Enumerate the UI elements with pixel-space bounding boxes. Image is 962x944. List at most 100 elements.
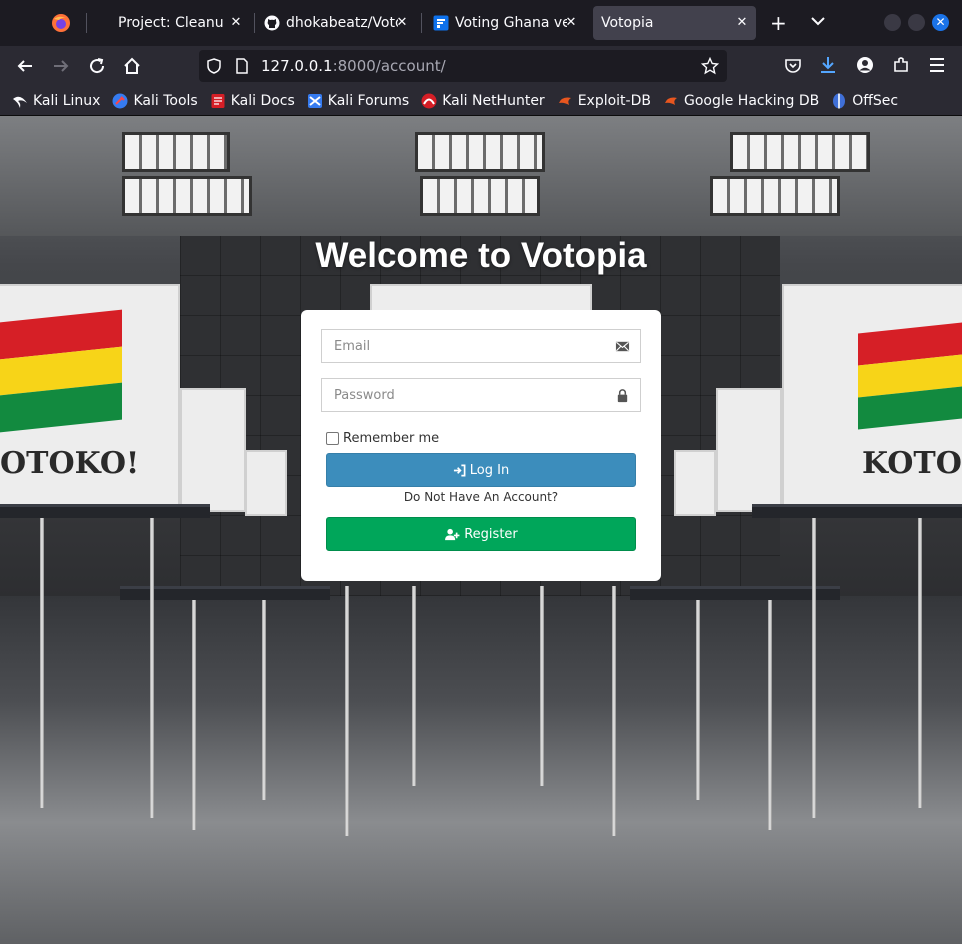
email-field[interactable] [322,330,640,362]
bookmark-label: Exploit-DB [577,92,651,109]
ceiling-light [122,176,252,216]
forward-arrow-icon[interactable] [49,54,73,78]
firefox-icon[interactable] [51,13,71,33]
ceiling-light [122,132,230,172]
table-leg [540,586,544,786]
nethunter-icon [421,93,437,108]
url-host: 127.0.0.1 [261,57,333,75]
bookmark-offsec[interactable]: OffSec [831,93,898,109]
menu-icon[interactable] [928,57,946,73]
minimize-button[interactable] [884,14,901,31]
bookmark-label: Kali Docs [230,92,295,109]
navigation-toolbar: 127.0.0.1:8000/account/ [0,46,962,86]
exploit-db-icon [558,97,571,105]
home-icon[interactable] [120,54,144,78]
bookmark-kali-linux[interactable]: Kali Linux [12,93,100,109]
register-button[interactable]: Register [326,517,636,551]
user-plus-icon [445,528,460,540]
bookmark-kali-nethunter[interactable]: Kali NetHunter [421,92,545,109]
table-leg [262,600,266,800]
address-bar[interactable]: 127.0.0.1:8000/account/ [199,50,727,82]
voting-booth [180,388,246,512]
tab-title: Votopia [601,15,654,31]
table-leg [345,586,349,836]
tab-close-icon[interactable]: ✕ [394,15,410,31]
password-field-wrapper [321,378,641,412]
bookmark-kali-docs[interactable]: Kali Docs [210,93,295,109]
table-leg [918,518,922,808]
remember-me[interactable]: Remember me [326,431,439,446]
bookmarks-toolbar: Kali Linux Kali Tools Kali Docs Kali For… [0,86,962,116]
bookmark-exploit-db[interactable]: Exploit-DB [557,93,651,109]
table-leg [612,586,616,836]
tab-close-icon[interactable]: ✕ [563,15,579,31]
downloads-icon[interactable] [819,55,837,75]
page-info-icon[interactable] [235,58,249,74]
booth-table [752,504,962,518]
tab-github[interactable]: dhokabeatz/Voto ✕ [262,6,416,40]
bookmark-label: Kali NetHunter [442,92,545,109]
page-viewport: OTOKO! KOTOK Welcome to Votopia [0,116,962,944]
table-leg [768,600,772,830]
url-text[interactable]: 127.0.0.1:8000/account/ [261,57,446,75]
tab-separator [254,13,255,33]
ceiling-light [730,132,870,172]
remember-me-label: Remember me [343,431,440,446]
tab-separator [421,13,422,33]
ceiling-light [415,132,545,172]
table-leg [812,518,816,818]
github-icon [264,15,280,31]
table-leg [696,600,700,800]
ghana-flag [0,309,122,433]
table-leg [412,586,416,786]
new-tab-icon[interactable]: + [770,11,787,35]
shield-icon[interactable] [206,58,222,74]
bookmark-kali-tools[interactable]: Kali Tools [112,92,198,109]
account-icon[interactable] [856,56,874,74]
bookmark-label: Kali Forums [327,92,410,109]
bookmark-label: OffSec [852,92,899,109]
booth-sign: KOTOK [862,446,962,481]
back-arrow-icon[interactable] [13,54,37,78]
booth-table [0,504,210,518]
kali-tools-icon [112,93,128,108]
pocket-icon[interactable] [784,57,802,75]
bookmark-label: Kali Linux [33,92,101,109]
sign-in-icon [453,464,466,476]
tab-title: Voting Ghana ve [455,15,567,31]
tab-close-icon[interactable]: ✕ [228,15,244,31]
tab-close-icon[interactable]: ✕ [734,15,750,31]
tab-project-cleanup[interactable]: Project: Cleanup ✕ [98,6,250,40]
url-path: :8000/account/ [332,57,446,75]
booth-table [630,586,840,600]
extensions-icon[interactable] [892,56,910,74]
remember-me-checkbox[interactable] [326,432,339,445]
tab-title: dhokabeatz/Voto [286,15,398,31]
reload-icon[interactable] [85,54,109,78]
password-field[interactable] [322,379,640,411]
floor [0,596,962,944]
lock-icon [617,389,628,403]
tab-votopia[interactable]: Votopia ✕ [593,6,756,40]
table-leg [150,518,154,818]
bookmark-kali-forums[interactable]: Kali Forums [307,93,409,109]
no-account-text: Do Not Have An Account? [403,490,559,504]
voting-booth [245,450,287,516]
tab-voting-ghana[interactable]: Voting Ghana ve ✕ [431,6,585,40]
maximize-button[interactable] [908,14,925,31]
bookmark-label: Kali Tools [133,92,198,109]
tab-title: Project: Cleanup [118,15,224,31]
close-window-button[interactable]: ✕ [932,14,949,31]
voting-booth [674,450,716,516]
bookmark-google-hacking-db[interactable]: Google Hacking DB [663,93,819,109]
page-title: Welcome to Votopia [315,236,647,275]
login-card: Remember me Log In Do Not Have An Accoun… [301,310,661,581]
register-button-label: Register [464,526,518,542]
login-button[interactable]: Log In [326,453,636,487]
tab-separator [86,13,87,33]
tab-strip: Project: Cleanup ✕ dhokabeatz/Voto ✕ Vot… [0,0,962,46]
email-field-wrapper [321,329,641,363]
bookmark-star-icon[interactable] [701,57,719,75]
list-tabs-chevron-icon[interactable] [811,16,825,26]
ceiling-light [710,176,840,216]
